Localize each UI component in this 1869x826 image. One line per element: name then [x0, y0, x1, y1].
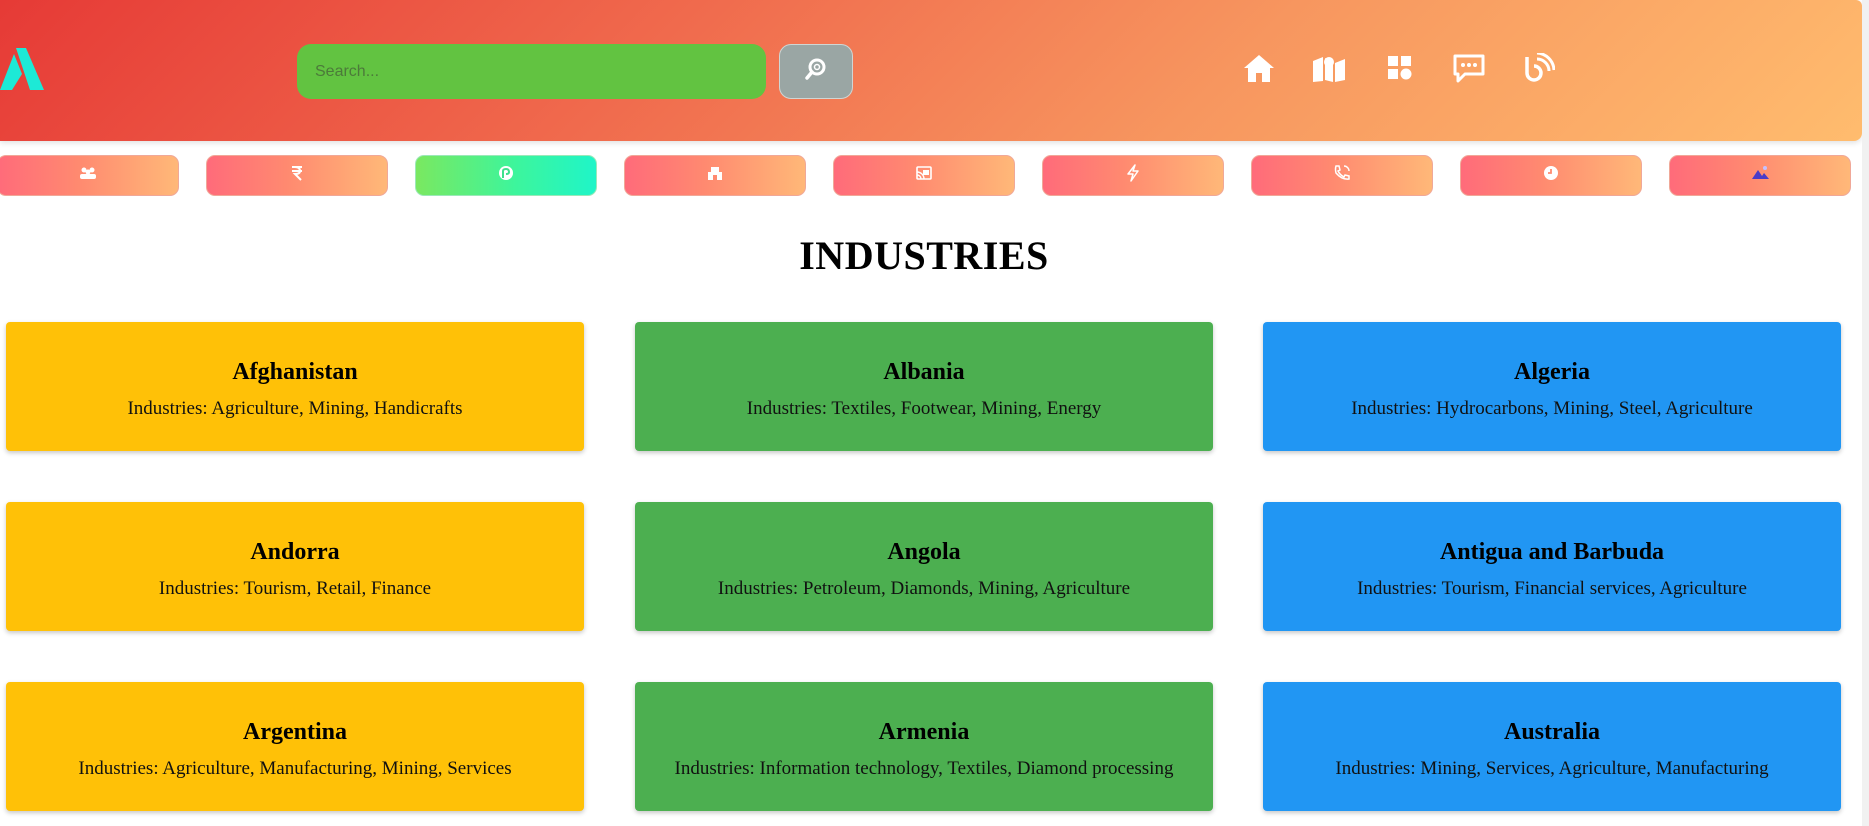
search-input[interactable] [297, 44, 766, 99]
top-header [0, 0, 1862, 141]
country-name: Antigua and Barbuda [1439, 539, 1665, 565]
country-name: Afghanistan [232, 359, 358, 385]
country-card-australia[interactable]: Australia Industries: Mining, Services, … [1263, 682, 1841, 811]
page-scrollbar[interactable] [1862, 0, 1869, 826]
reliance-icon [496, 163, 516, 188]
chat-icon[interactable] [1451, 50, 1487, 86]
cast-icon [914, 163, 934, 188]
country-industries: Industries: Agriculture, Manufacturing, … [78, 758, 512, 779]
category-rupee-button[interactable] [206, 155, 388, 196]
home-icon[interactable] [1241, 50, 1277, 86]
country-name: Argentina [243, 719, 347, 745]
country-name: Australia [1504, 719, 1600, 745]
country-card-andorra[interactable]: Andorra Industries: Tourism, Retail, Fin… [6, 502, 584, 631]
country-name: Albania [883, 359, 965, 385]
category-castle-button[interactable] [624, 155, 806, 196]
country-industries: Industries: Hydrocarbons, Mining, Steel,… [1351, 398, 1753, 419]
search-button[interactable] [779, 44, 853, 99]
country-card-algeria[interactable]: Algeria Industries: Hydrocarbons, Mining… [1263, 322, 1841, 451]
category-clock-button[interactable] [1460, 155, 1642, 196]
map-icon[interactable] [1311, 50, 1347, 86]
category-phone-button[interactable] [1251, 155, 1433, 196]
country-industries: Industries: Agriculture, Mining, Handicr… [127, 398, 463, 419]
country-card-albania[interactable]: Albania Industries: Textiles, Footwear, … [635, 322, 1213, 451]
country-industries: Industries: Petroleum, Diamonds, Mining,… [717, 578, 1131, 599]
country-industries: Industries: Information technology, Text… [674, 758, 1174, 779]
triangle-logo-icon[interactable] [0, 44, 44, 90]
phone-icon [1332, 163, 1352, 188]
country-name: Andorra [250, 539, 340, 565]
country-industries: Industries: Tourism, Financial services,… [1357, 578, 1747, 599]
dashboard-icon[interactable] [1382, 50, 1418, 86]
category-group-button[interactable] [0, 155, 179, 196]
castle-icon [705, 163, 725, 188]
page-title: INDUSTRIES [799, 233, 1049, 278]
country-industries: Industries: Mining, Services, Agricultur… [1335, 758, 1769, 779]
category-mountain-button[interactable] [1669, 155, 1851, 196]
country-name: Angola [887, 539, 961, 565]
country-card-antigua-and-barbuda[interactable]: Antigua and Barbuda Industries: Tourism,… [1263, 502, 1841, 631]
country-industries: Industries: Textiles, Footwear, Mining, … [746, 398, 1102, 419]
rupee-icon [287, 163, 307, 188]
country-card-argentina[interactable]: Argentina Industries: Agriculture, Manuf… [6, 682, 584, 811]
country-card-afghanistan[interactable]: Afghanistan Industries: Agriculture, Min… [6, 322, 584, 451]
category-bolt-button[interactable] [1042, 155, 1224, 196]
bolt-icon [1123, 163, 1143, 188]
country-industries: Industries: Tourism, Retail, Finance [158, 578, 432, 599]
blog-icon[interactable] [1521, 50, 1557, 86]
country-name: Algeria [1514, 359, 1590, 385]
mountain-icon [1750, 163, 1770, 188]
country-card-armenia[interactable]: Armenia Industries: Information technolo… [635, 682, 1213, 811]
country-card-angola[interactable]: Angola Industries: Petroleum, Diamonds, … [635, 502, 1213, 631]
country-name: Armenia [878, 719, 970, 745]
clock-icon [1541, 163, 1561, 188]
magnifier-icon [805, 58, 827, 85]
group-icon [78, 163, 98, 188]
category-cast-button[interactable] [833, 155, 1015, 196]
category-reliance-button[interactable] [415, 155, 597, 196]
